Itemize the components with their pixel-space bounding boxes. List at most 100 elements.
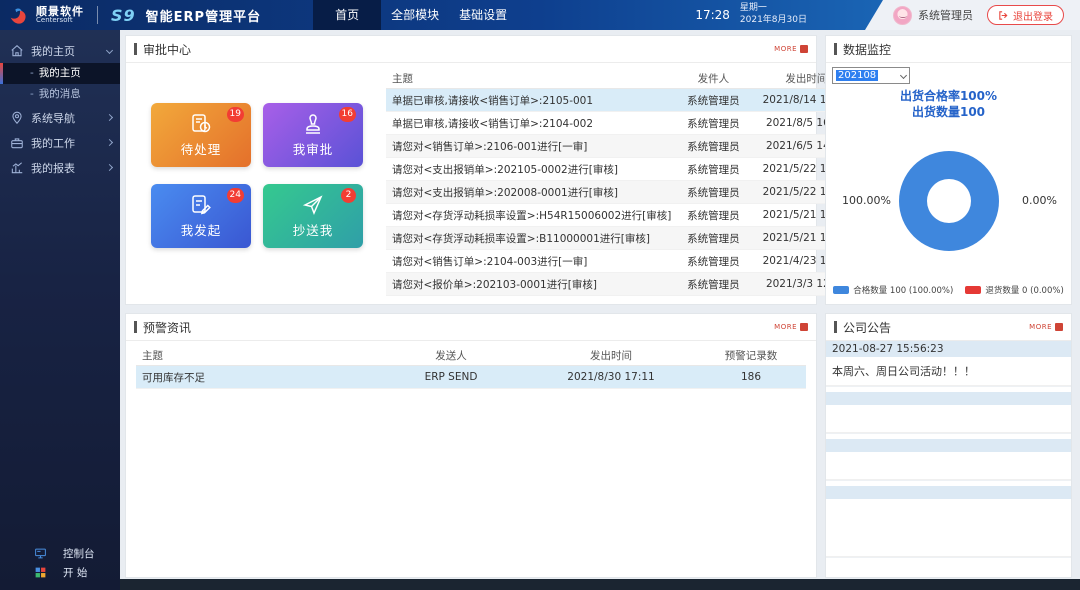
- logout-label: 退出登录: [1013, 8, 1053, 23]
- initiated-badge: 24: [227, 188, 244, 203]
- start-label: 开 始: [63, 565, 87, 580]
- cell-subject: 请您对<报价单>:202103-0001进行[审核]: [386, 277, 671, 292]
- chevron-right-icon: [106, 139, 113, 146]
- product-logo: S9: [111, 6, 136, 25]
- table-row[interactable]: 请您对<销售订单>:2106-001进行[一审] 系统管理员 2021/6/5 …: [386, 135, 857, 158]
- sidebar-item-label: 系统导航: [31, 110, 100, 126]
- more-icon: [800, 45, 808, 53]
- table-row[interactable]: 可用库存不足 ERP SEND 2021/8/30 17:11 186: [136, 366, 806, 389]
- cell-sender: 系统管理员: [671, 93, 755, 108]
- clock-text: 17:28: [695, 8, 730, 22]
- brand-sub: Centersoft: [36, 17, 84, 24]
- period-select-value: 202108: [836, 70, 878, 81]
- initiated-tile-label: 我发起: [181, 220, 222, 239]
- legend-item-pass[interactable]: 合格数量 100 (100.00%): [833, 284, 953, 296]
- monitor-panel-title: 数据监控: [834, 41, 891, 58]
- period-select[interactable]: 202108: [832, 67, 910, 84]
- tab-all-modules[interactable]: 全部模块: [381, 0, 449, 30]
- announcement-date: [826, 439, 1071, 452]
- sidebar-item-system-nav[interactable]: 系统导航: [0, 105, 120, 130]
- console-label: 控制台: [63, 546, 95, 561]
- more-label: MORE: [774, 323, 797, 331]
- announcement-item[interactable]: 2021-08-27 15:56:23 本周六、周日公司活动！！！: [826, 341, 1071, 387]
- table-row[interactable]: 请您对<报价单>:202103-0001进行[审核] 系统管理员 2021/3/…: [386, 273, 857, 296]
- my-approvals-tile[interactable]: 16 我审批: [263, 103, 363, 167]
- table-row[interactable]: 请您对<存货浮动耗损率设置>:H54R15006002进行[审核] 系统管理员 …: [386, 204, 857, 227]
- announcement-item[interactable]: [826, 486, 1071, 558]
- donut-right-label: 0.00%: [1022, 194, 1057, 207]
- tab-basic-settings[interactable]: 基础设置: [449, 0, 517, 30]
- app-logo: 顺景软件 Centersoft S9 智能ERP管理平台: [0, 4, 261, 26]
- alerts-panel-title: 预警资讯: [134, 319, 191, 336]
- announcement-item[interactable]: [826, 392, 1071, 434]
- announcements-panel: 公司公告 MORE 2021-08-27 15:56:23 本周六、周日公司活动…: [825, 313, 1072, 578]
- sidebar-subitem-my-messages[interactable]: 我的消息: [0, 84, 120, 105]
- announcement-date: [826, 486, 1071, 499]
- donut-hole: [927, 179, 971, 223]
- date-text: 2021年8月30日: [740, 15, 807, 27]
- header-user-area: 系统管理员 退出登录: [865, 0, 1080, 30]
- more-label: MORE: [774, 45, 797, 53]
- avatar[interactable]: [893, 6, 912, 25]
- approval-table-header: 主题 发件人 发出时间: [386, 69, 857, 89]
- sidebar-item-label: 我的报表: [31, 160, 100, 176]
- announcement-text: [826, 405, 1071, 433]
- location-pin-icon: [10, 111, 24, 125]
- table-row[interactable]: 单据已审核,请接收<销售订单>:2104-002 系统管理员 2021/8/5 …: [386, 112, 857, 135]
- cell-sender: 系统管理员: [671, 254, 755, 269]
- approval-more-link[interactable]: MORE: [774, 45, 808, 53]
- announcements-more-link[interactable]: MORE: [1029, 323, 1063, 331]
- home-icon: [10, 44, 24, 58]
- alerts-table-header: 主题 发送人 发出时间 预警记录数: [136, 346, 806, 366]
- table-row[interactable]: 请您对<销售订单>:2104-003进行[一审] 系统管理员 2021/4/23…: [386, 250, 857, 273]
- announcement-item[interactable]: [826, 439, 1071, 481]
- table-row[interactable]: 请您对<支出报销单>:202105-0002进行[审核] 系统管理员 2021/…: [386, 158, 857, 181]
- col-subject: 主题: [136, 348, 376, 363]
- data-monitor-panel: 数据监控 202108 出货合格率100% 出货数量100 100.00% 0.…: [825, 35, 1072, 305]
- shipment-qty-text: 出货数量100: [826, 103, 1071, 120]
- cc-badge: 2: [341, 188, 356, 203]
- initiated-by-me-tile[interactable]: 24 我发起: [151, 184, 251, 248]
- cc-tile-label: 抄送我: [293, 220, 334, 239]
- approval-panel-title: 审批中心: [134, 41, 191, 58]
- sidebar-subitem-my-homepage[interactable]: 我的主页: [0, 63, 120, 84]
- table-row[interactable]: 单据已审核,请接收<销售订单>:2105-001 系统管理员 2021/8/14…: [386, 89, 857, 112]
- table-row[interactable]: 请您对<支出报销单>:202008-0001进行[审核] 系统管理员 2021/…: [386, 181, 857, 204]
- col-subject: 主题: [386, 71, 671, 86]
- sidebar-item-label: 我的工作: [31, 135, 100, 151]
- sidebar-item-my-homepage[interactable]: 我的主页: [0, 38, 120, 63]
- cc-to-me-tile[interactable]: 2 抄送我: [263, 184, 363, 248]
- cell-sender: 系统管理员: [671, 208, 755, 223]
- cell-alert-count: 186: [696, 371, 806, 383]
- legend-swatch-pass: [833, 286, 849, 294]
- bar-chart-icon: [10, 161, 24, 175]
- alerts-more-link[interactable]: MORE: [774, 323, 808, 331]
- pending-tile-label: 待处理: [181, 139, 222, 158]
- donut-chart[interactable]: [899, 151, 999, 251]
- cell-sender: 系统管理员: [671, 231, 755, 246]
- start-button[interactable]: 开 始: [0, 563, 120, 582]
- sidebar-item-my-reports[interactable]: 我的报表: [0, 155, 120, 180]
- logout-button[interactable]: 退出登录: [987, 5, 1064, 25]
- table-row[interactable]: 请您对<存货浮动耗损率设置>:B11000001进行[审核] 系统管理员 202…: [386, 227, 857, 250]
- cell-subject: 请您对<存货浮动耗损率设置>:H54R15006002进行[审核]: [386, 208, 671, 223]
- logo-divider: [97, 6, 98, 24]
- chevron-down-icon: [106, 47, 113, 54]
- more-icon: [1055, 323, 1063, 331]
- approval-table: 主题 发件人 发出时间 单据已审核,请接收<销售订单>:2105-001 系统管…: [386, 69, 857, 298]
- tab-home[interactable]: 首页: [313, 0, 381, 30]
- more-label: MORE: [1029, 323, 1052, 331]
- sidebar-item-my-work[interactable]: 我的工作: [0, 130, 120, 155]
- console-button[interactable]: 控制台: [0, 544, 120, 563]
- paper-plane-icon: [301, 193, 325, 217]
- footer-bar: [120, 579, 1080, 590]
- cell-subject: 请您对<销售订单>:2106-001进行[一审]: [386, 139, 671, 154]
- main-nav: 首页 全部模块 基础设置: [313, 0, 517, 30]
- brand-swirl-icon: [8, 4, 30, 26]
- legend-item-return[interactable]: 退货数量 0 (0.00%): [965, 284, 1063, 296]
- pending-tile[interactable]: 19 待处理: [151, 103, 251, 167]
- announcement-text: [826, 452, 1071, 480]
- chevron-down-icon: [900, 72, 907, 79]
- cell-sender: 系统管理员: [671, 116, 755, 131]
- announcement-date: 2021-08-27 15:56:23: [826, 341, 1071, 357]
